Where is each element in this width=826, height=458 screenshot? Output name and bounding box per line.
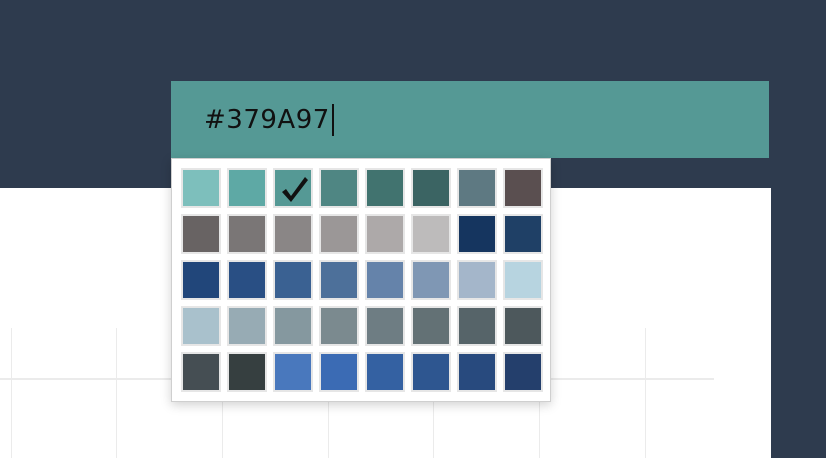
color-swatch[interactable] — [503, 214, 543, 254]
grid-line — [11, 328, 12, 458]
grid-line — [645, 328, 646, 458]
color-swatch[interactable] — [365, 352, 405, 392]
color-swatch[interactable] — [227, 214, 267, 254]
color-swatch[interactable] — [319, 306, 359, 346]
color-swatch[interactable] — [227, 168, 267, 208]
color-swatch[interactable] — [365, 168, 405, 208]
color-swatch[interactable] — [503, 306, 543, 346]
color-swatch[interactable] — [181, 168, 221, 208]
color-swatch[interactable] — [411, 260, 451, 300]
color-swatch[interactable] — [411, 306, 451, 346]
color-swatch[interactable] — [319, 168, 359, 208]
color-swatch[interactable] — [457, 168, 497, 208]
color-swatch[interactable] — [457, 352, 497, 392]
color-hex-value[interactable]: #379A97 — [204, 105, 330, 135]
grid-line — [116, 328, 117, 458]
color-swatch[interactable] — [273, 352, 313, 392]
color-swatch[interactable] — [227, 352, 267, 392]
color-swatch[interactable] — [273, 214, 313, 254]
color-hex-input[interactable]: #379A97 — [171, 81, 769, 158]
swatch-grid — [181, 168, 550, 392]
color-swatch[interactable] — [411, 214, 451, 254]
color-swatch[interactable] — [319, 214, 359, 254]
text-caret — [331, 103, 334, 136]
color-swatch[interactable] — [503, 168, 543, 208]
color-swatch[interactable] — [181, 306, 221, 346]
color-swatch[interactable] — [227, 260, 267, 300]
color-swatch[interactable] — [181, 352, 221, 392]
color-swatch[interactable] — [181, 260, 221, 300]
color-swatch[interactable] — [181, 214, 221, 254]
color-swatch[interactable] — [319, 352, 359, 392]
color-palette-popup — [171, 158, 551, 402]
color-swatch[interactable] — [227, 306, 267, 346]
color-swatch[interactable] — [411, 168, 451, 208]
color-swatch[interactable] — [503, 352, 543, 392]
color-swatch[interactable] — [457, 214, 497, 254]
color-swatch[interactable] — [273, 306, 313, 346]
color-swatch[interactable] — [457, 306, 497, 346]
color-swatch[interactable] — [411, 352, 451, 392]
color-swatch[interactable] — [319, 260, 359, 300]
color-swatch[interactable] — [365, 214, 405, 254]
color-swatch[interactable] — [273, 260, 313, 300]
color-swatch[interactable] — [457, 260, 497, 300]
color-swatch[interactable] — [365, 260, 405, 300]
color-swatch[interactable] — [503, 260, 543, 300]
color-swatch[interactable] — [365, 306, 405, 346]
check-icon — [282, 177, 308, 202]
color-swatch-selected[interactable] — [273, 168, 313, 208]
